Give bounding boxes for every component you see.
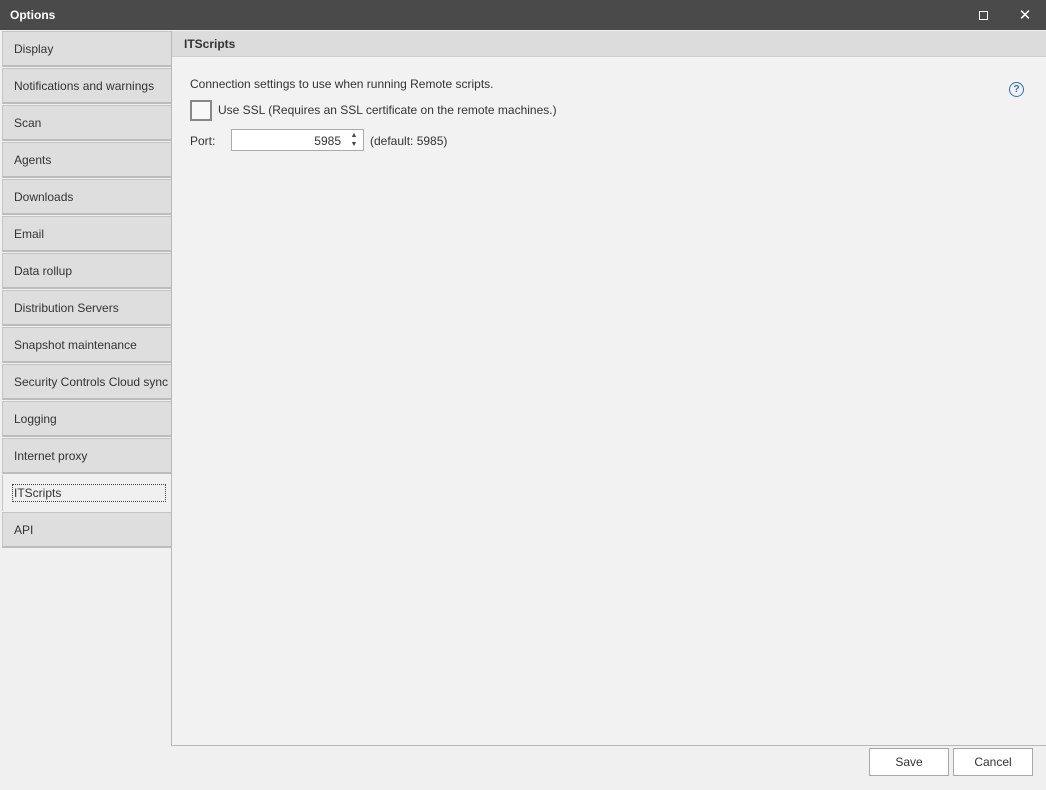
sidebar-item-downloads[interactable]: Downloads	[2, 179, 172, 215]
help-glyph: ?	[1013, 84, 1020, 95]
panel-description: Connection settings to use when running …	[190, 77, 494, 91]
sidebar-item-label: ITScripts	[12, 484, 166, 502]
sidebar-item-label: Agents	[14, 152, 52, 167]
sidebar-item-snapshot-maintenance[interactable]: Snapshot maintenance	[2, 327, 172, 363]
port-label: Port:	[190, 134, 216, 148]
sidebar-item-label: API	[14, 522, 34, 537]
cancel-button[interactable]: Cancel	[953, 748, 1033, 776]
panel-header: ITScripts	[172, 31, 1046, 57]
save-button[interactable]: Save	[869, 748, 949, 776]
title-bar: Options ✕	[0, 0, 1046, 30]
sidebar-item-logging[interactable]: Logging	[2, 401, 172, 437]
sidebar-item-label: Notifications and warnings	[14, 78, 155, 93]
sidebar-item-scan[interactable]: Scan	[2, 105, 172, 141]
close-icon: ✕	[1018, 6, 1032, 24]
sidebar-item-email[interactable]: Email	[2, 216, 172, 252]
use-ssl-checkbox[interactable]	[190, 100, 212, 121]
sidebar-item-itscripts[interactable]: ITScripts	[2, 475, 172, 511]
panel-title: ITScripts	[184, 37, 236, 51]
sidebar-item-label: Downloads	[14, 189, 74, 204]
sidebar-item-agents[interactable]: Agents	[2, 142, 172, 178]
sidebar-item-label: Email	[14, 226, 45, 241]
sidebar-item-label: Display	[14, 41, 54, 56]
sidebar-item-internet-proxy[interactable]: Internet proxy	[2, 438, 172, 474]
maximize-icon	[978, 10, 988, 20]
sidebar-item-cloud-sync[interactable]: Security Controls Cloud sync	[2, 364, 172, 400]
sidebar-item-label: Distribution Servers	[14, 300, 119, 315]
itscripts-panel: ITScripts Connection settings to use whe…	[171, 31, 1046, 746]
sidebar-item-display[interactable]: Display	[2, 31, 172, 67]
use-ssl-label[interactable]: Use SSL (Requires an SSL certificate on …	[218, 103, 557, 117]
port-spinner[interactable]: ▲ ▼	[349, 130, 359, 150]
sidebar-item-label: Scan	[14, 115, 42, 130]
sidebar-item-api[interactable]: API	[2, 512, 172, 548]
sidebar-item-label: Internet proxy	[14, 448, 88, 463]
port-default-hint: (default: 5985)	[370, 134, 448, 148]
chevron-up-icon[interactable]: ▲	[349, 131, 359, 140]
chevron-down-icon[interactable]: ▼	[349, 140, 359, 149]
sidebar-item-label: Security Controls Cloud sync	[14, 374, 169, 389]
sidebar-item-distribution-servers[interactable]: Distribution Servers	[2, 290, 172, 326]
port-stepper[interactable]: 5985 ▲ ▼	[231, 129, 364, 151]
help-icon[interactable]: ?	[1009, 82, 1024, 97]
options-sidebar: Display Notifications and warnings Scan …	[2, 31, 172, 746]
window-title: Options	[10, 8, 56, 22]
sidebar-item-label: Data rollup	[14, 263, 73, 278]
port-value[interactable]: 5985	[314, 134, 341, 148]
sidebar-item-label: Snapshot maintenance	[14, 337, 137, 352]
sidebar-item-notifications[interactable]: Notifications and warnings	[2, 68, 172, 104]
maximize-button[interactable]	[962, 0, 1004, 30]
close-button[interactable]: ✕	[1004, 0, 1046, 30]
sidebar-item-label: Logging	[14, 411, 57, 426]
sidebar-item-data-rollup[interactable]: Data rollup	[2, 253, 172, 289]
